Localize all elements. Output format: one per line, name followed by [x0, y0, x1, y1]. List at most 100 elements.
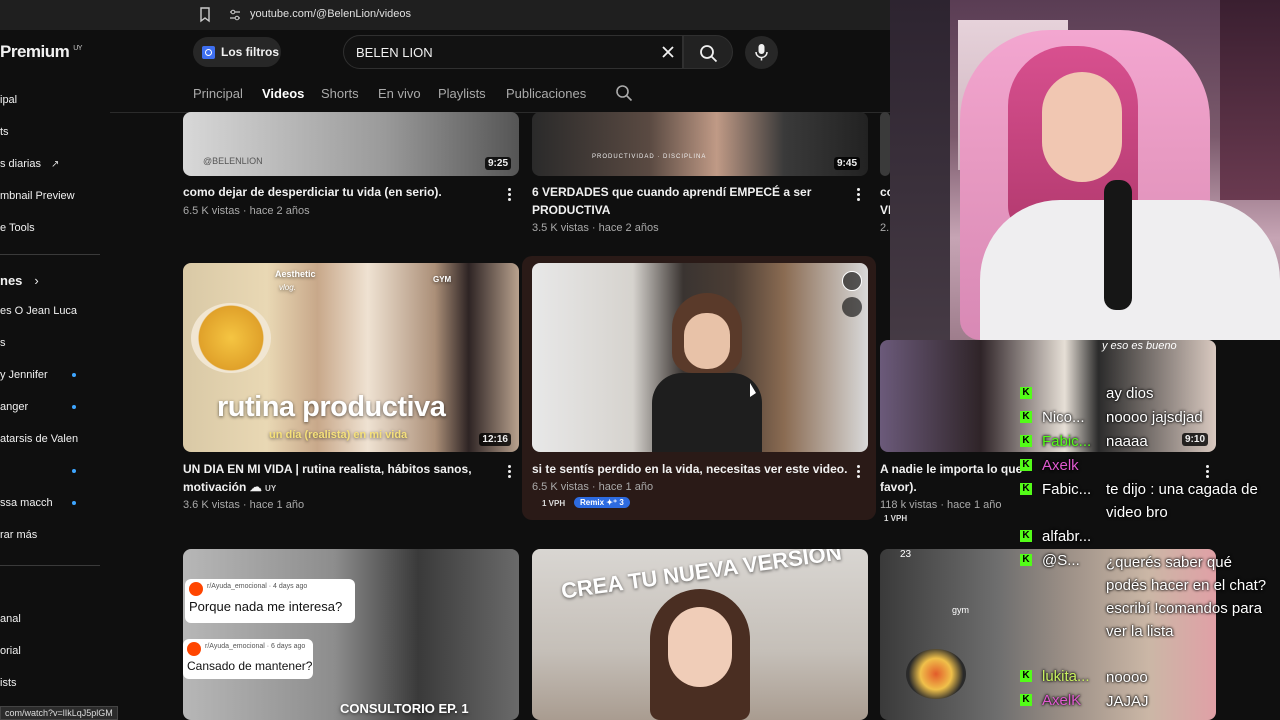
views-per-hour-badge: 1 VPH — [542, 499, 566, 508]
video-title[interactable]: A nadie le importa lo que — [880, 461, 1022, 478]
sidebar-item-shorts[interactable]: ts — [0, 126, 9, 138]
video-title-line2[interactable]: favor). — [880, 479, 917, 496]
chat-message-text: ay dios — [1106, 385, 1154, 402]
video-title-line2[interactable]: motivación ☁ UY — [183, 479, 276, 497]
sidebar-sub-item[interactable]: ssa macch — [0, 497, 53, 509]
video-title[interactable]: UN DIA EN MI VIDA | rutina realista, háb… — [183, 461, 472, 478]
sidebar-item-playlists[interactable]: ists — [0, 677, 17, 689]
youtube-premium-logo[interactable]: Premium UY — [0, 42, 82, 62]
sidebar-show-more[interactable]: rar más — [0, 529, 37, 541]
chat-message: K @S... — [1020, 551, 1112, 569]
kick-badge-icon: K — [1020, 387, 1032, 400]
search-button[interactable] — [683, 35, 733, 69]
video-thumbnail[interactable] — [532, 263, 868, 452]
sidebar: Premium UY ipal ts s diarias ↗ mbnail Prev… — [0, 30, 110, 720]
sidebar-item-daily[interactable]: s diarias ↗ — [0, 158, 59, 170]
tab-home[interactable]: Principal — [193, 86, 243, 101]
food-plate-image — [191, 303, 271, 373]
cloud-emoji-icon: ☁ — [249, 480, 262, 494]
video-thumbnail[interactable]: PRODUCTIVIDAD · DISCIPLINA 9:45 — [532, 112, 868, 176]
reddit-avatar-icon — [189, 582, 203, 596]
new-content-dot — [72, 469, 76, 473]
duration-badge: 9:25 — [484, 157, 511, 170]
reddit-post-card: r/Ayuda_emocional · 4 days ago Porque na… — [185, 579, 355, 623]
sidebar-section-subscriptions[interactable]: nes › — [0, 273, 39, 288]
tab-videos[interactable]: Videos — [262, 86, 304, 101]
kick-badge-icon: K — [1020, 694, 1032, 707]
video-title-line2[interactable]: PRODUCTIVA — [532, 202, 610, 219]
filters-button[interactable]: Los filtros — [193, 37, 281, 67]
chat-message-text: noooo — [1106, 669, 1148, 686]
chat-message: Klukita... — [1020, 667, 1112, 685]
chat-message: K Nico... — [1020, 408, 1112, 426]
mouse-cursor — [750, 383, 756, 397]
views-per-hour-badge: 1 VPH — [884, 514, 908, 523]
site-settings-icon[interactable] — [228, 8, 242, 22]
chevron-right-icon: › — [34, 273, 39, 288]
filters-label: Los filtros — [221, 45, 280, 59]
sidebar-item-home[interactable]: ipal — [0, 94, 17, 106]
video-thumbnail[interactable]: CREA TU NUEVA VERSIÓN — [532, 549, 868, 720]
voice-search-button[interactable] — [745, 36, 778, 69]
video-meta: 2. — [880, 222, 890, 234]
tab-posts[interactable]: Publicaciones — [506, 86, 586, 101]
watch-later-icon[interactable] — [842, 271, 862, 291]
kick-badge-icon: K — [1020, 411, 1032, 424]
search-input[interactable] — [356, 45, 636, 60]
duration-badge: 9:45 — [833, 157, 860, 170]
food-bowl-image — [906, 649, 966, 699]
sidebar-sub-item[interactable]: es O Jean Luca — [0, 305, 77, 317]
chat-message: K — [1020, 384, 1112, 401]
sidebar-divider — [0, 565, 100, 566]
more-options-icon[interactable] — [857, 465, 861, 479]
sidebar-item-thumbnail-preview[interactable]: mbnail Preview — [0, 190, 75, 202]
chat-message: Kalfabr... — [1020, 527, 1112, 545]
video-thumbnail[interactable] — [880, 112, 890, 176]
microphone-icon — [755, 44, 768, 61]
bookmark-icon[interactable] — [198, 6, 212, 24]
streamer-face — [1042, 72, 1122, 182]
chat-message: K Axelk — [1020, 456, 1112, 474]
video-thumbnail[interactable]: Aesthetic vlog. GYM rutina productiva un… — [183, 263, 519, 452]
sidebar-item-history[interactable]: orial — [0, 645, 21, 657]
kick-badge-icon: K — [1020, 530, 1032, 543]
video-meta: 3.5 K vistas · hace 2 años — [532, 222, 659, 234]
url-text[interactable]: youtube.com/@BelenLion/videos — [250, 8, 411, 20]
chat-message: K Fabic... — [1020, 480, 1112, 498]
sidebar-item-tools[interactable]: e Tools — [0, 222, 35, 234]
chat-message-text: ¿querés saber qué podés hacer en el chat… — [1106, 554, 1267, 640]
video-title[interactable]: si te sentís perdido en la vida, necesit… — [532, 461, 847, 478]
search-box[interactable] — [343, 35, 683, 69]
video-meta: 6.5 K vistas · hace 1 año — [532, 481, 654, 493]
sidebar-item-channel[interactable]: anal — [0, 613, 21, 625]
kick-badge-icon: K — [1020, 554, 1032, 567]
chat-message-text: noooo jajsdjad — [1106, 409, 1203, 426]
microphone-stand — [1104, 180, 1132, 310]
video-thumbnail[interactable]: @BELENLION 9:25 — [183, 112, 519, 176]
video-title[interactable]: 6 VERDADES que cuando aprendí EMPECÉ a s… — [532, 184, 811, 201]
tab-shorts[interactable]: Shorts — [321, 86, 359, 101]
tab-live[interactable]: En vivo — [378, 86, 421, 101]
more-options-icon[interactable] — [508, 188, 512, 202]
sidebar-sub-item[interactable]: anger — [0, 401, 28, 413]
browser-address-bar: youtube.com/@BelenLion/videos — [0, 0, 890, 30]
channel-search-icon[interactable] — [615, 84, 633, 102]
tab-playlists[interactable]: Playlists — [438, 86, 486, 101]
sidebar-sub-item[interactable]: s — [0, 337, 6, 349]
more-options-icon[interactable] — [508, 465, 512, 479]
person-face — [684, 313, 730, 369]
remix-badge[interactable]: Remix ✦⁺ 3 — [574, 497, 630, 508]
close-icon[interactable] — [660, 44, 676, 60]
kick-badge-icon: K — [1020, 670, 1032, 683]
video-thumbnail[interactable]: r/Ayuda_emocional · 4 days ago Porque na… — [183, 549, 519, 720]
room-wall-right — [1220, 0, 1280, 200]
video-title[interactable]: como dejar de desperdiciar tu vida (en s… — [183, 184, 442, 201]
reddit-avatar-icon — [187, 642, 201, 656]
more-options-icon[interactable] — [857, 188, 861, 202]
add-to-queue-icon[interactable] — [842, 297, 862, 317]
room-wall — [890, 0, 950, 340]
sidebar-sub-item[interactable]: atarsis de Valen — [0, 433, 78, 445]
video-meta: 6.5 K vistas · hace 2 años — [183, 205, 310, 217]
sidebar-sub-item[interactable]: y Jennifer — [0, 369, 48, 381]
chat-message-text: te dijo : una cagada de video bro — [1106, 481, 1258, 521]
